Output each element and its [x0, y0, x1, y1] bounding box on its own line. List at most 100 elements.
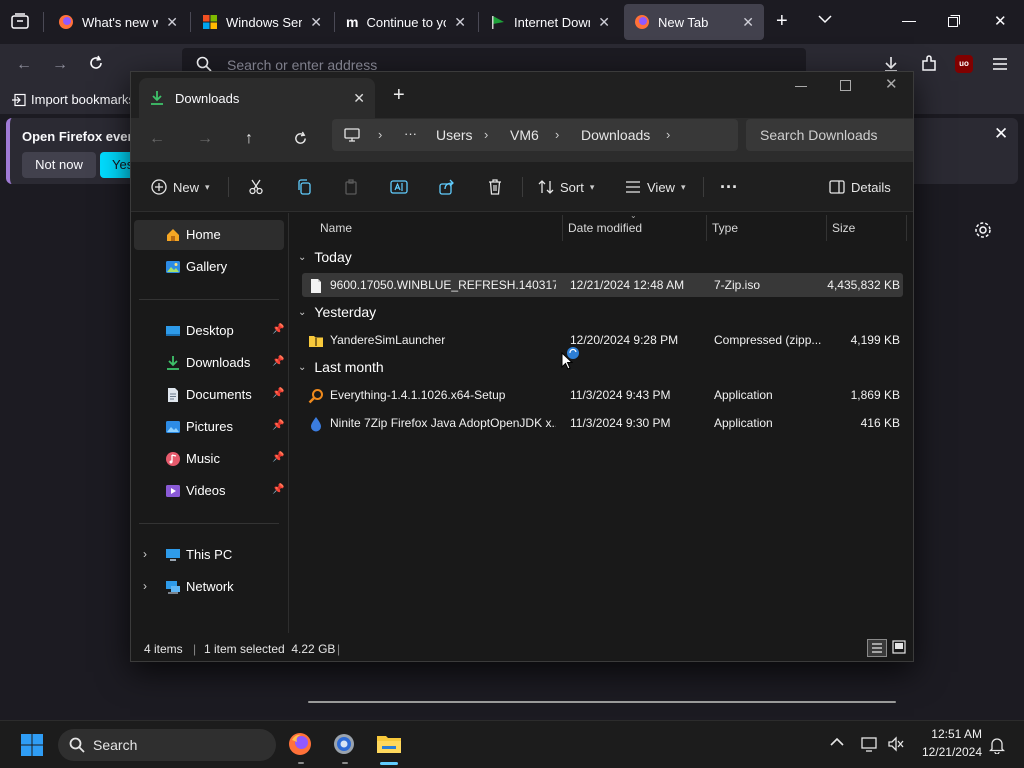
file-row[interactable]: Everything-1.4.1.1026.x64-Setup 11/3/202…: [302, 383, 903, 407]
file-row[interactable]: YandereSimLauncher 12/20/2024 9:28 PM Co…: [302, 328, 903, 352]
column-header-size[interactable]: Size: [826, 213, 906, 243]
close-icon[interactable]: ✕: [598, 14, 610, 31]
file-row[interactable]: 9600.17050.WINBLUE_REFRESH.140317-1... 1…: [302, 273, 903, 297]
cut-button[interactable]: [248, 162, 264, 212]
back-arrow-icon[interactable]: ←: [16, 56, 32, 74]
nav-this-pc[interactable]: › This PC: [134, 540, 284, 570]
search-downloads-input[interactable]: Search Downloads: [746, 119, 913, 151]
browser-tab[interactable]: Internet Downlo ✕: [480, 4, 620, 40]
view-button[interactable]: View ▾: [625, 162, 685, 212]
group-header-today[interactable]: ⌄ Today: [298, 245, 352, 269]
new-tab-button[interactable]: +: [776, 10, 788, 33]
up-arrow-icon[interactable]: ↑: [245, 130, 253, 148]
nav-documents[interactable]: Documents 📌: [134, 380, 284, 410]
browser-tab[interactable]: Windows Server ✕: [192, 4, 332, 40]
nav-label: Downloads: [186, 355, 251, 370]
restore-button[interactable]: [948, 15, 960, 27]
group-header-last-month[interactable]: ⌄ Last month: [298, 355, 384, 379]
search-icon: [69, 737, 85, 753]
add-circle-icon: [151, 179, 167, 195]
start-windows-icon[interactable]: [20, 733, 44, 757]
close-icon[interactable]: ✕: [454, 14, 466, 31]
nav-videos[interactable]: Videos 📌: [134, 476, 284, 506]
forward-arrow-icon[interactable]: →: [197, 130, 213, 148]
m-logo-icon: m: [346, 14, 359, 30]
close-window-button[interactable]: ✕: [885, 75, 898, 93]
extensions-icon[interactable]: [920, 55, 938, 73]
nav-home[interactable]: Home: [134, 220, 284, 250]
nav-desktop[interactable]: Desktop 📌: [134, 316, 284, 346]
import-bookmarks-button[interactable]: Import bookmarks: [12, 92, 135, 107]
item-count: 4 items: [144, 642, 183, 656]
chevron-right-icon[interactable]: ›: [143, 579, 147, 593]
chevron-right-icon: ›: [555, 127, 560, 142]
browser-tab[interactable]: m Continue to you ✕: [336, 4, 476, 40]
rename-button[interactable]: [390, 162, 408, 212]
close-icon[interactable]: ✕: [742, 14, 754, 31]
maximize-button[interactable]: [840, 80, 851, 91]
close-window-button[interactable]: ✕: [994, 12, 1007, 30]
hamburger-menu-icon[interactable]: [992, 57, 1008, 71]
paste-button[interactable]: [343, 162, 359, 212]
nav-label: Home: [186, 227, 221, 242]
back-arrow-icon[interactable]: ←: [149, 130, 165, 148]
reload-icon[interactable]: [88, 55, 104, 71]
sort-button[interactable]: Sort ▾: [538, 162, 594, 212]
personalize-settings-icon[interactable]: [974, 221, 992, 239]
firefox-taskbar-icon[interactable]: [288, 732, 312, 756]
share-button[interactable]: [439, 162, 455, 212]
close-icon[interactable]: ✕: [166, 14, 178, 31]
copy-button[interactable]: [296, 162, 312, 212]
settings-gear-taskbar-icon[interactable]: [332, 732, 356, 756]
chevron-right-icon[interactable]: ›: [143, 547, 147, 561]
column-header-name[interactable]: Name: [314, 213, 562, 243]
explorer-tab-downloads[interactable]: Downloads ✕: [139, 78, 375, 118]
nav-pictures[interactable]: Pictures 📌: [134, 412, 284, 442]
nav-gallery[interactable]: Gallery: [134, 252, 284, 282]
not-now-button[interactable]: Not now: [22, 152, 96, 178]
chevron-up-icon[interactable]: [830, 737, 844, 747]
horizontal-scrollbar[interactable]: [308, 701, 896, 703]
column-header-type[interactable]: Type: [706, 213, 826, 243]
refresh-icon[interactable]: [293, 131, 308, 146]
group-header-yesterday[interactable]: ⌄ Yesterday: [298, 300, 376, 324]
close-notice-button[interactable]: ✕: [994, 124, 1008, 144]
network-status-icon[interactable]: [861, 736, 879, 752]
breadcrumb[interactable]: › ··· Users › VM6 › Downloads ›: [332, 119, 738, 151]
file-row[interactable]: Ninite 7Zip Firefox Java AdoptOpenJDK x.…: [302, 411, 903, 435]
details-view-button[interactable]: [867, 639, 887, 657]
nav-network[interactable]: › Network: [134, 572, 284, 602]
nav-downloads[interactable]: Downloads 📌: [134, 348, 284, 378]
breadcrumb-downloads[interactable]: Downloads: [581, 127, 650, 143]
breadcrumb-overflow[interactable]: ···: [404, 126, 417, 141]
clock-date[interactable]: 12/21/2024: [910, 745, 982, 759]
status-bar: 4 items | 1 item selected 4.22 GB |: [131, 635, 913, 661]
nav-music[interactable]: Music 📌: [134, 444, 284, 474]
chevron-right-icon: ›: [484, 127, 489, 142]
see-more-button[interactable]: ···: [720, 162, 738, 212]
ublock-origin-icon[interactable]: uo: [955, 55, 973, 73]
browser-tab[interactable]: What's new wit ✕: [48, 4, 188, 40]
clock-time[interactable]: 12:51 AM: [916, 727, 982, 741]
breadcrumb-vm6[interactable]: VM6: [510, 127, 539, 143]
new-button[interactable]: New ▾: [151, 162, 210, 212]
tiles-view-button[interactable]: [891, 639, 909, 657]
close-icon[interactable]: ✕: [310, 14, 322, 31]
details-pane-button[interactable]: Details: [829, 162, 891, 212]
taskbar-search-box[interactable]: Search: [58, 729, 276, 761]
tab-manager-icon[interactable]: [10, 12, 30, 30]
minimize-button[interactable]: [795, 86, 807, 87]
close-tab-icon[interactable]: ✕: [353, 90, 365, 107]
delete-button[interactable]: [487, 162, 503, 212]
volume-muted-icon[interactable]: [887, 736, 905, 752]
new-tab-button[interactable]: +: [393, 84, 405, 107]
list-all-tabs-button[interactable]: [818, 14, 832, 24]
mouse-cursor-icon: [561, 352, 573, 370]
file-explorer-taskbar-icon[interactable]: [376, 732, 402, 756]
breadcrumb-users[interactable]: Users: [436, 127, 473, 143]
browser-tab-active[interactable]: New Tab ✕: [624, 4, 764, 40]
notification-bell-icon[interactable]: [989, 736, 1005, 754]
file-size: 416 KB: [860, 416, 900, 430]
forward-arrow-icon[interactable]: →: [52, 56, 68, 74]
minimize-button[interactable]: [902, 21, 916, 22]
